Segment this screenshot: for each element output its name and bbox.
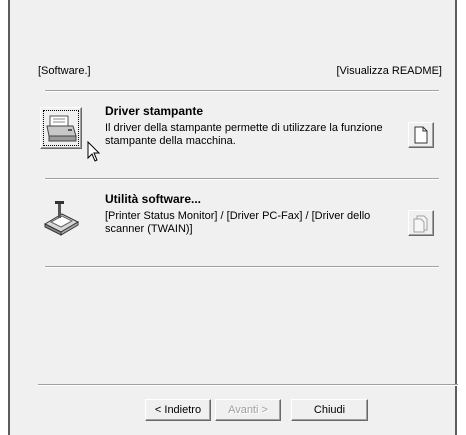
close-button[interactable]: Chiudi: [291, 399, 368, 421]
printer-icon: [46, 115, 77, 142]
utility-software-desc-line2: scanner (TWAIN)]: [105, 223, 193, 235]
item-divider-2: [45, 266, 439, 268]
printer-driver-desc-line2: stampante della macchina.: [105, 135, 236, 147]
top-divider: [45, 90, 439, 92]
document-icon-disabled: [413, 215, 428, 233]
printer-driver-title: Driver stampante: [105, 104, 204, 118]
utility-software-title: Utilità software...: [105, 192, 202, 206]
view-readme-header-label: [Visualizza README]: [336, 65, 442, 77]
installer-dialog: [Software.] [Visualizza README] Driver s…: [8, 0, 458, 435]
printer-driver-button[interactable]: [40, 107, 82, 149]
back-button[interactable]: < Indietro: [145, 399, 211, 421]
printer-driver-desc-line1: Il driver della stampante permette di ut…: [105, 122, 383, 134]
footer-divider: [38, 384, 458, 386]
scanner-tools-icon: [43, 201, 80, 236]
item-divider-1: [45, 178, 439, 180]
mouse-cursor-icon: [87, 141, 101, 162]
utility-software-readme-button[interactable]: [408, 210, 434, 236]
document-icon: [414, 126, 428, 144]
utility-software-button[interactable]: [40, 196, 82, 238]
software-header-label: [Software.]: [38, 65, 91, 77]
utility-software-desc-line1: [Printer Status Monitor] / [Driver PC-Fa…: [105, 210, 371, 222]
printer-driver-readme-button[interactable]: [408, 122, 434, 148]
next-button[interactable]: Avanti >: [215, 399, 281, 421]
